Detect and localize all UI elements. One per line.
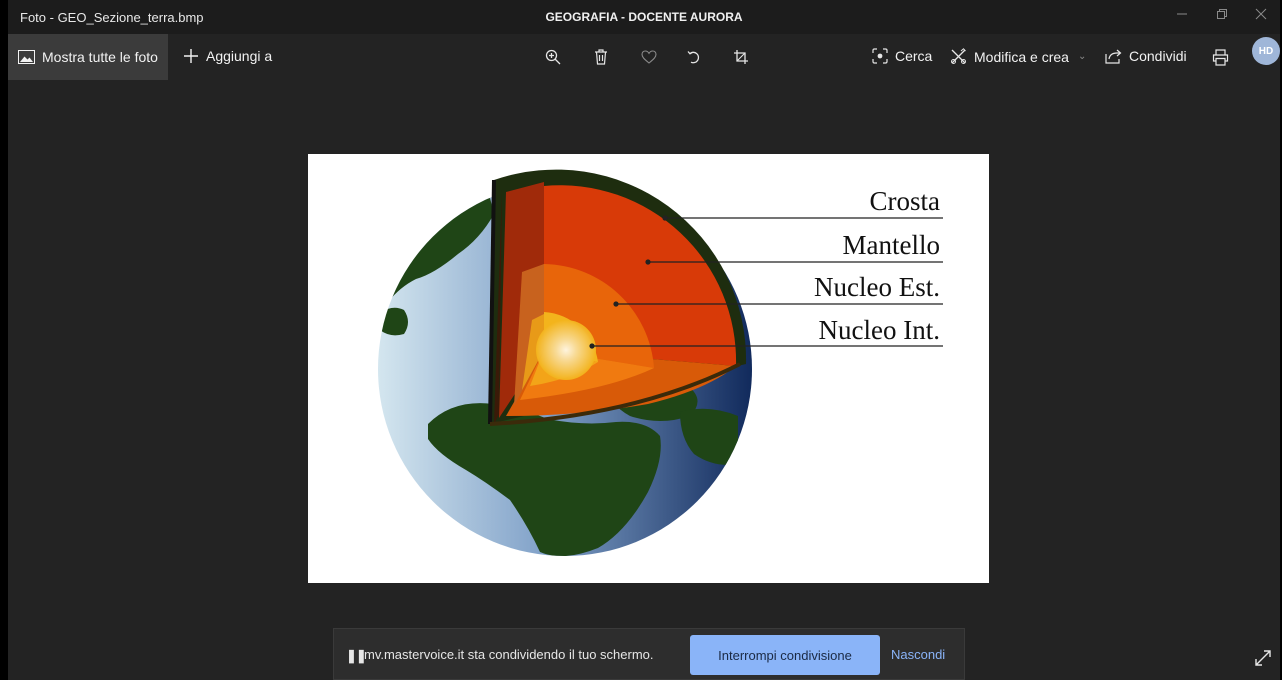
visual-search-icon [872, 48, 888, 64]
search-label: Cerca [895, 48, 933, 64]
toolbar: Mostra tutte le foto Aggiungi a Cerca Mo… [8, 34, 1280, 80]
minimize-icon[interactable] [1176, 8, 1188, 23]
show-all-photos-label: Mostra tutte le foto [42, 49, 158, 65]
title-bar[interactable]: Foto - GEO_Sezione_terra.bmp GEOGRAFIA -… [8, 0, 1280, 34]
photo-viewer-image[interactable]: Crosta Mantello Nucleo Est. Nucleo Int. [308, 154, 989, 583]
search-button[interactable]: Cerca [872, 48, 932, 64]
screen-share-banner: ❚❚ mv.mastervoice.it sta condividendo il… [333, 628, 965, 680]
edit-create-button[interactable]: Modifica e crea ⌄ [950, 48, 1086, 65]
label-mantle: Mantello [843, 230, 940, 260]
restore-icon[interactable] [1216, 8, 1228, 23]
add-to-label: Aggiungi a [206, 48, 273, 64]
share-label: Condividi [1129, 48, 1187, 64]
hide-banner-link[interactable]: Nascondi [891, 647, 945, 662]
chevron-down-icon: ⌄ [1077, 51, 1087, 62]
print-icon[interactable] [1209, 46, 1231, 68]
show-all-photos-button[interactable]: Mostra tutte le foto [8, 34, 168, 80]
edit-icon [950, 48, 967, 65]
stop-sharing-button[interactable]: Interrompi condivisione [690, 635, 880, 675]
zoom-in-icon[interactable] [542, 46, 564, 68]
close-icon[interactable] [1255, 8, 1267, 23]
favorite-icon[interactable] [638, 46, 660, 68]
earth-cross-section-illustration: Crosta Mantello Nucleo Est. Nucleo Int. [378, 169, 943, 556]
plus-icon [183, 48, 199, 64]
label-outer-core: Nucleo Est. [814, 272, 940, 302]
add-to-button[interactable]: Aggiungi a [183, 48, 272, 64]
photos-icon [18, 50, 35, 64]
label-crust: Crosta [870, 186, 941, 216]
delete-icon[interactable] [590, 46, 612, 68]
avatar-initials: HD [1258, 45, 1274, 57]
share-message: mv.mastervoice.it sta condividendo il tu… [364, 647, 654, 662]
edit-create-label: Modifica e crea [974, 48, 1069, 65]
avatar[interactable]: HD [1252, 37, 1280, 65]
shared-screen-title: GEOGRAFIA - DOCENTE AURORA [545, 10, 743, 24]
rotate-icon[interactable] [683, 46, 705, 68]
share-button[interactable]: Condividi [1105, 48, 1187, 64]
app-root: Foto - GEO_Sezione_terra.bmp GEOGRAFIA -… [0, 0, 1282, 680]
photos-window: Foto - GEO_Sezione_terra.bmp GEOGRAFIA -… [8, 0, 1280, 680]
share-icon [1105, 48, 1122, 64]
screen-border-left [0, 0, 8, 680]
crop-icon[interactable] [730, 46, 752, 68]
fullscreen-icon[interactable] [1254, 649, 1272, 672]
pause-icon: ❚❚ [346, 648, 367, 663]
label-inner-core: Nucleo Int. [819, 315, 940, 345]
